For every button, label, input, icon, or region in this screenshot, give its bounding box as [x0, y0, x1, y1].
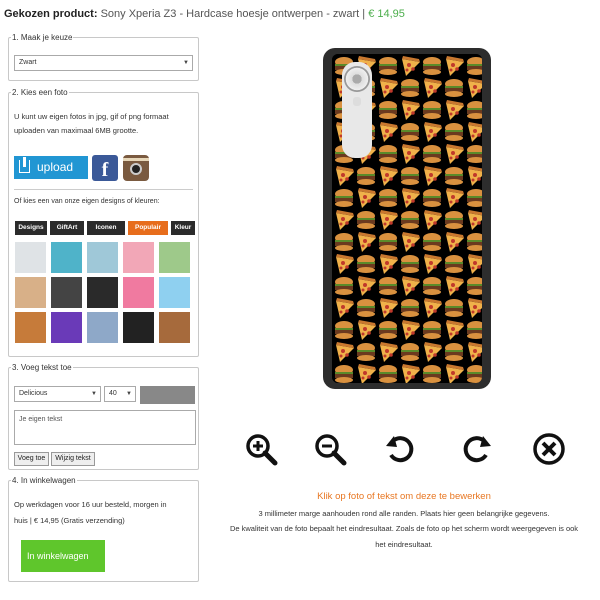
- product-price: € 14,95: [368, 8, 405, 20]
- flash-icon: [353, 97, 361, 106]
- facebook-glyph: f: [101, 159, 109, 181]
- upload-button[interactable]: upload: [14, 156, 88, 179]
- divider: [14, 189, 193, 190]
- leopard-thumb[interactable]: [15, 277, 46, 308]
- product-label: Gekozen product:: [4, 8, 98, 20]
- tab-kleur[interactable]: Kleur: [171, 221, 195, 235]
- font-select[interactable]: Delicious ▼: [14, 386, 101, 402]
- upload-button-label: upload: [37, 160, 74, 174]
- margin-note: 3 millimeter marge aanhouden rond alle r…: [258, 509, 550, 518]
- coffee-beans-thumb[interactable]: [159, 312, 190, 343]
- tab-designs[interactable]: Designs: [15, 221, 47, 235]
- step4-legend: 4. In winkelwagen: [12, 476, 76, 485]
- instagram-icon[interactable]: [123, 155, 149, 181]
- upload-info: U kunt uw eigen fotos in jpg, gif of png…: [14, 110, 169, 138]
- phone-case-preview[interactable]: [323, 48, 491, 389]
- zigzag-thumb[interactable]: [87, 312, 118, 343]
- chevron-down-icon: ▼: [91, 391, 97, 397]
- delete-icon: [533, 433, 565, 465]
- delivery-info-line2: huis | € 14,95 (Gratis verzending): [14, 516, 125, 525]
- rainbow-drip-thumb[interactable]: [51, 312, 82, 343]
- stripes-thumb[interactable]: [123, 312, 154, 343]
- color-select[interactable]: Zwart ▼: [14, 55, 193, 71]
- step1-panel: 1. Maak je keuze Zwart ▼: [8, 33, 199, 81]
- balloon-thumb[interactable]: [159, 277, 190, 308]
- text-input[interactable]: Je eigen tekst: [14, 410, 196, 445]
- delivery-info-line1: Op werkdagen voor 16 uur besteld, morgen…: [14, 500, 167, 509]
- zoom-out-button[interactable]: [313, 432, 347, 466]
- font-select-value: Delicious: [19, 390, 48, 397]
- upload-info-line2: uploaden van maximaal 6MB grootte.: [14, 126, 139, 135]
- rotate-left-button[interactable]: [384, 432, 418, 466]
- chevron-thumb[interactable]: [51, 277, 82, 308]
- tab-iconen[interactable]: Iconen: [87, 221, 125, 235]
- facebook-icon[interactable]: f: [92, 155, 118, 181]
- quality-note-1: De kwaliteit van de foto bepaalt het ein…: [229, 524, 579, 533]
- header-separator: |: [362, 8, 366, 20]
- edit-text-button[interactable]: Wijzig tekst: [51, 452, 95, 466]
- rotate-left-icon: [386, 436, 414, 463]
- product-name: Sony Xperia Z3 - Hardcase hoesje ontwerp…: [100, 8, 360, 20]
- size-select-value: 40: [109, 390, 117, 397]
- edit-hint: Klik op foto of tekst om deze te bewerke…: [317, 491, 491, 502]
- color-select-value: Zwart: [19, 59, 37, 66]
- rotate-right-icon: [463, 436, 491, 463]
- zoom-in-icon: [246, 434, 278, 466]
- pizza-thumb[interactable]: [15, 312, 46, 343]
- upload-icon: [19, 157, 30, 173]
- crystal-thumb[interactable]: [87, 242, 118, 273]
- rotate-right-button[interactable]: [459, 432, 493, 466]
- step4-panel: 4. In winkelwagen Op werkdagen voor 16 u…: [8, 476, 199, 582]
- tab-populair[interactable]: Populair: [128, 221, 168, 235]
- chevron-down-icon: ▼: [126, 391, 132, 397]
- product-header: Gekozen product: Sony Xperia Z3 - Hardca…: [4, 8, 405, 20]
- zoom-out-icon: [315, 434, 347, 466]
- step2-legend: 2. Kies een foto: [12, 88, 68, 97]
- designs-intro: Of kies een van onze eigen designs of kl…: [14, 198, 160, 205]
- black-marble-thumb[interactable]: [87, 277, 118, 308]
- hearts-thumb[interactable]: [123, 277, 154, 308]
- instagram-lens: [130, 163, 142, 175]
- instagram-band: [123, 158, 149, 161]
- palm-thumb[interactable]: [159, 242, 190, 273]
- step3-legend: 3. Voeg tekst toe: [12, 363, 72, 372]
- text-color-swatch[interactable]: [140, 386, 195, 404]
- zoom-in-button[interactable]: [244, 432, 278, 466]
- add-to-cart-button[interactable]: In winkelwagen: [21, 540, 105, 572]
- size-select[interactable]: 40 ▼: [104, 386, 136, 402]
- design-canvas[interactable]: [332, 54, 482, 383]
- chevron-down-icon: ▼: [183, 60, 189, 66]
- feathers-thumb[interactable]: [51, 242, 82, 273]
- step3-panel: 3. Voeg tekst toe Delicious ▼ 40 ▼ Je ei…: [8, 363, 199, 470]
- delivery-info: Op werkdagen voor 16 uur besteld, morgen…: [14, 497, 167, 529]
- quality-note-2: het eindresultaat.: [375, 540, 433, 549]
- add-text-button[interactable]: Voeg toe: [14, 452, 49, 466]
- step1-legend: 1. Maak je keuze: [12, 33, 73, 42]
- delete-button[interactable]: [532, 432, 566, 466]
- step2-panel: 2. Kies een foto U kunt uw eigen fotos i…: [8, 88, 199, 357]
- tab-giftart[interactable]: GiftArt: [50, 221, 84, 235]
- flamingo-thumb[interactable]: [123, 242, 154, 273]
- upload-info-line1: U kunt uw eigen fotos in jpg, gif of png…: [14, 112, 169, 121]
- marble-thumb[interactable]: [15, 242, 46, 273]
- camera-icon: [344, 66, 370, 92]
